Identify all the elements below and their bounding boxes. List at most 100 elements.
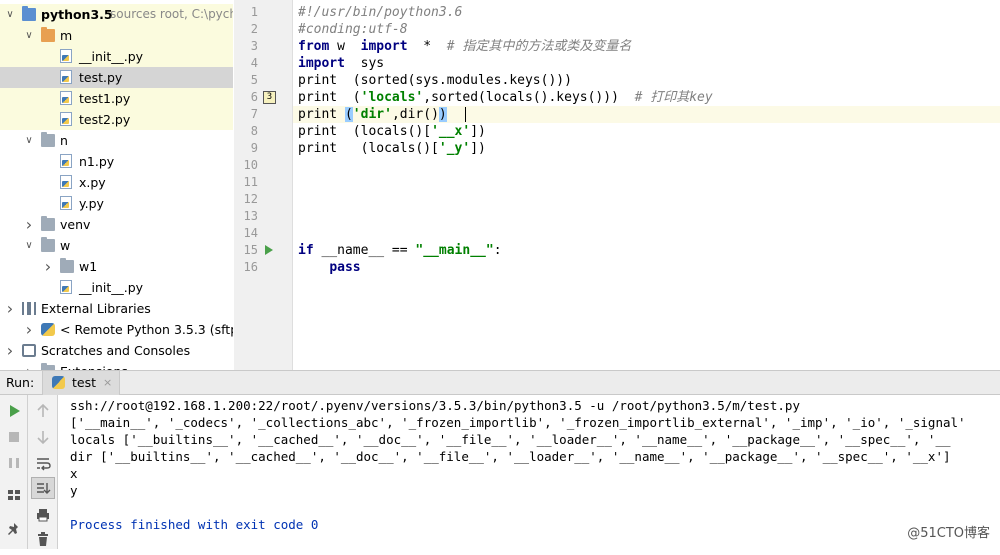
tree-item[interactable]: › w1 xyxy=(0,256,233,277)
chevron-down-icon[interactable]: ∨ xyxy=(23,130,35,151)
tree-item[interactable]: ∨ python3.5 sources root, C:\pych xyxy=(0,4,233,25)
tree-item-label: Scratches and Consoles xyxy=(41,343,191,358)
code-area[interactable]: #!/usr/bin/poython3.6 #conding:utf-8 from … xyxy=(293,0,1000,370)
tree-item[interactable]: ∨ w xyxy=(0,235,233,256)
chevron-right-icon[interactable]: › xyxy=(42,256,54,277)
code-editor[interactable]: 1 2 3 4 5 6 7 8 9 10 11 12 13 14 15 16 3 #!/usr/bin/poyt… xyxy=(234,0,1000,370)
code-line: print (sorted(sys.modules.keys())) xyxy=(298,73,572,88)
stop-icon[interactable] xyxy=(4,427,24,447)
tree-item[interactable]: test2.py xyxy=(0,109,233,130)
tree-item-label: test2.py xyxy=(79,112,131,127)
console-line: Process finished with exit code 0 xyxy=(70,517,319,532)
tree-item[interactable]: y.py xyxy=(0,193,233,214)
tree-item-label: External Libraries xyxy=(41,301,151,316)
line-number: 1 xyxy=(250,5,258,19)
rerun-icon[interactable] xyxy=(4,401,24,421)
tree-item-label: n1.py xyxy=(79,154,115,169)
line-number: 2 xyxy=(250,22,258,36)
code-line: import sys xyxy=(298,56,385,71)
soft-wrap-icon[interactable] xyxy=(33,453,53,473)
tree-item[interactable]: › Extensions xyxy=(0,361,233,370)
line-number: 13 xyxy=(243,209,258,223)
watermark: @51CTO博客 xyxy=(907,526,990,541)
tree-item-path: sources root, C:\pych xyxy=(110,7,233,21)
layout-icon[interactable] xyxy=(4,485,24,505)
tree-item[interactable]: test1.py xyxy=(0,88,233,109)
library-icon xyxy=(22,302,36,315)
tree-item[interactable]: x.py xyxy=(0,172,233,193)
pin-icon[interactable] xyxy=(4,519,24,539)
chevron-down-icon[interactable]: ∨ xyxy=(23,235,35,256)
tree-item[interactable]: __init__.py xyxy=(0,46,233,67)
scroll-up-icon[interactable] xyxy=(33,401,53,421)
python-file-icon xyxy=(60,112,72,126)
code-line: print ('locals',sorted(locals().keys()))… xyxy=(298,90,713,105)
folder-icon xyxy=(22,6,36,21)
line-number: 8 xyxy=(250,124,258,138)
line-number: 4 xyxy=(250,56,258,70)
code-line: print (locals()['_y']) xyxy=(298,141,486,156)
code-line: pass xyxy=(329,260,361,275)
tree-item[interactable]: __init__.py xyxy=(0,277,233,298)
tree-item-label: test1.py xyxy=(79,91,131,106)
python-file-icon xyxy=(60,154,72,168)
tree-item[interactable]: › < Remote Python 3.5.3 (sftp:// xyxy=(0,319,233,340)
tree-item-label: __init__.py xyxy=(79,49,144,64)
python-run-icon xyxy=(52,376,65,389)
line-number: 10 xyxy=(243,158,258,172)
run-tab-test[interactable]: test × xyxy=(42,371,120,395)
scroll-down-icon[interactable] xyxy=(33,427,53,447)
chevron-right-icon[interactable]: › xyxy=(4,340,16,361)
tree-item-label: python3.5 xyxy=(41,7,113,22)
line-number: 14 xyxy=(243,226,258,240)
console-line: x xyxy=(70,466,78,481)
tree-item[interactable]: test.py xyxy=(0,67,233,88)
pause-icon[interactable] xyxy=(4,453,24,473)
run-gutter-icon[interactable] xyxy=(265,245,273,255)
line-number: 15 xyxy=(243,243,258,257)
gutter-marker[interactable]: 3 xyxy=(263,91,276,104)
tree-item[interactable]: ∨ m xyxy=(0,25,233,46)
line-number: 12 xyxy=(243,192,258,206)
console-line: ssh://root@192.168.1.200:22/root/.pyenv/… xyxy=(70,398,800,413)
run-side-toolbar xyxy=(0,395,28,549)
folder-icon xyxy=(41,237,55,252)
tree-item[interactable]: › External Libraries xyxy=(0,298,233,319)
tree-item-label: n xyxy=(60,133,68,148)
code-line: if __name__ == "__main__": xyxy=(298,243,502,258)
run-label: Run: xyxy=(6,375,35,390)
chevron-right-icon[interactable]: › xyxy=(23,319,35,340)
close-tab-icon[interactable]: × xyxy=(103,371,112,395)
trash-icon[interactable] xyxy=(33,529,53,549)
code-line: from w import * # 指定其中的方法或类及变量名 xyxy=(298,39,632,54)
python-icon xyxy=(41,323,55,336)
run-side-toolbar-2 xyxy=(28,395,58,549)
run-console-output[interactable]: ssh://root@192.168.1.200:22/root/.pyenv/… xyxy=(58,395,1000,549)
line-number: 7 xyxy=(250,107,258,121)
folder-icon xyxy=(41,27,55,42)
python-file-icon xyxy=(60,70,72,84)
tree-item[interactable]: › venv xyxy=(0,214,233,235)
tree-item[interactable]: n1.py xyxy=(0,151,233,172)
scratches-icon xyxy=(22,344,36,357)
chevron-right-icon[interactable]: › xyxy=(23,214,35,235)
console-line: dir ['__builtins__', '__cached__', '__do… xyxy=(70,449,951,464)
scroll-to-end-icon[interactable] xyxy=(31,477,55,499)
line-number: 6 xyxy=(250,90,258,104)
folder-icon xyxy=(41,216,55,231)
run-tab-label: test xyxy=(72,375,97,390)
chevron-down-icon[interactable]: ∨ xyxy=(4,4,16,25)
tree-item[interactable]: › Scratches and Consoles xyxy=(0,340,233,361)
code-line: #conding:utf-8 xyxy=(298,22,408,37)
print-icon[interactable] xyxy=(33,505,53,525)
tree-item[interactable]: ∨ n xyxy=(0,130,233,151)
code-line: print ('dir',dir()) xyxy=(298,107,447,122)
tree-item-label: venv xyxy=(60,217,91,232)
chevron-right-icon[interactable]: › xyxy=(4,298,16,319)
chevron-down-icon[interactable]: ∨ xyxy=(23,25,35,46)
chevron-right-icon[interactable]: › xyxy=(23,361,35,370)
text-caret xyxy=(465,107,466,122)
tree-item-label: m xyxy=(60,28,73,43)
editor-gutter: 1 2 3 4 5 6 7 8 9 10 11 12 13 14 15 16 3 xyxy=(234,0,293,370)
python-file-icon xyxy=(60,196,72,210)
